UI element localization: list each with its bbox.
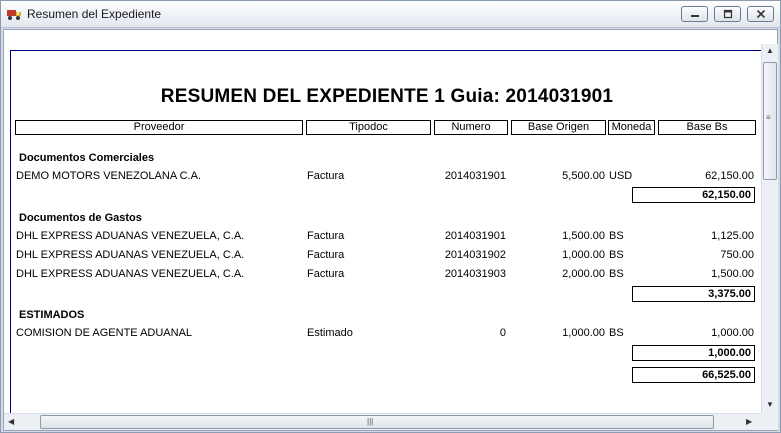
grand-total: 66,525.00	[632, 367, 755, 383]
header-base-bs: Base Bs	[658, 120, 756, 135]
section-title: Documentos de Gastos	[19, 212, 142, 224]
vertical-scroll-thumb[interactable]: ≡	[763, 62, 777, 180]
vertical-scrollbar[interactable]: ▲ ≡ ▼	[761, 44, 778, 413]
grip-icon: |||	[367, 417, 374, 426]
cell-tipodoc: Factura	[307, 170, 345, 182]
report-viewer: RESUMEN DEL EXPEDIENTE 1 Guia: 201403190…	[3, 29, 778, 431]
cell-numero: 0	[499, 327, 506, 339]
minimize-icon	[691, 15, 699, 17]
cell-proveedor: DHL EXPRESS ADUANAS VENEZUELA, C.A.	[16, 230, 245, 242]
cell-moneda: BS	[609, 327, 624, 339]
cell-tipodoc: Factura	[307, 230, 345, 242]
minimize-button[interactable]	[681, 6, 708, 22]
cell-numero: 2014031903	[444, 268, 506, 280]
cell-tipodoc: Factura	[307, 268, 345, 280]
cell-base-origen: 1,500.00	[562, 230, 605, 242]
scroll-up-icon[interactable]: ▲	[766, 46, 774, 55]
cell-moneda: BS	[609, 230, 624, 242]
scroll-left-icon[interactable]: ◀	[8, 417, 14, 426]
cell-proveedor: DHL EXPRESS ADUANAS VENEZUELA, C.A.	[16, 249, 245, 261]
cell-base-origen: 1,000.00	[562, 249, 605, 261]
cell-proveedor: DEMO MOTORS VENEZOLANA C.A.	[16, 170, 201, 182]
close-button[interactable]	[747, 6, 774, 22]
report-page: RESUMEN DEL EXPEDIENTE 1 Guia: 201403190…	[10, 50, 762, 420]
section-total: 3,375.00	[632, 286, 755, 302]
cell-base-origen: 1,000.00	[562, 327, 605, 339]
cell-base-origen: 5,500.00	[562, 170, 605, 182]
cell-base-bs: 750.00	[720, 249, 754, 261]
scroll-right-icon[interactable]: ▶	[746, 417, 752, 426]
cell-base-bs: 1,125.00	[711, 230, 754, 242]
cell-tipodoc: Estimado	[307, 327, 353, 339]
maximize-icon	[723, 9, 733, 19]
cell-base-bs: 62,150.00	[705, 170, 754, 182]
report-title: RESUMEN DEL EXPEDIENTE 1 Guia: 201403190…	[160, 86, 614, 107]
cell-numero: 2014031902	[444, 249, 506, 261]
grip-icon: ≡	[766, 113, 771, 122]
cell-proveedor: COMISION DE AGENTE ADUANAL	[16, 327, 193, 339]
section-total: 62,150.00	[632, 187, 755, 203]
cell-moneda: BS	[609, 268, 624, 280]
horizontal-scrollbar[interactable]: ◀ ||| ▶	[4, 413, 761, 430]
report-window: Resumen del Expediente RESUMEN DEL EXPED…	[0, 0, 781, 433]
cell-tipodoc: Factura	[307, 249, 345, 261]
window-title: Resumen del Expediente	[27, 7, 162, 21]
section-total: 1,000.00	[632, 345, 755, 361]
cell-proveedor: DHL EXPRESS ADUANAS VENEZUELA, C.A.	[16, 268, 245, 280]
cell-numero: 2014031901	[444, 230, 506, 242]
header-base-origen: Base Origen	[511, 120, 606, 135]
maximize-button[interactable]	[714, 6, 741, 22]
cell-numero: 2014031901	[444, 170, 506, 182]
header-numero: Numero	[434, 120, 508, 135]
header-proveedor: Proveedor	[15, 120, 303, 135]
cell-moneda: BS	[609, 249, 624, 261]
title-bar[interactable]: Resumen del Expediente	[1, 1, 780, 28]
cell-base-bs: 1,500.00	[711, 268, 754, 280]
cell-moneda: USD	[609, 170, 633, 182]
horizontal-scroll-thumb[interactable]: |||	[40, 415, 714, 429]
scrollbar-corner	[761, 413, 778, 430]
header-moneda: Moneda	[608, 120, 655, 135]
section-title: Documentos Comerciales	[19, 152, 155, 164]
scroll-down-icon[interactable]: ▼	[766, 400, 774, 409]
section-title: ESTIMADOS	[19, 309, 85, 321]
cell-base-origen: 2,000.00	[562, 268, 605, 280]
header-tipodoc: Tipodoc	[306, 120, 431, 135]
truck-icon	[7, 10, 21, 20]
cell-base-bs: 1,000.00	[711, 327, 754, 339]
close-icon	[756, 9, 766, 19]
